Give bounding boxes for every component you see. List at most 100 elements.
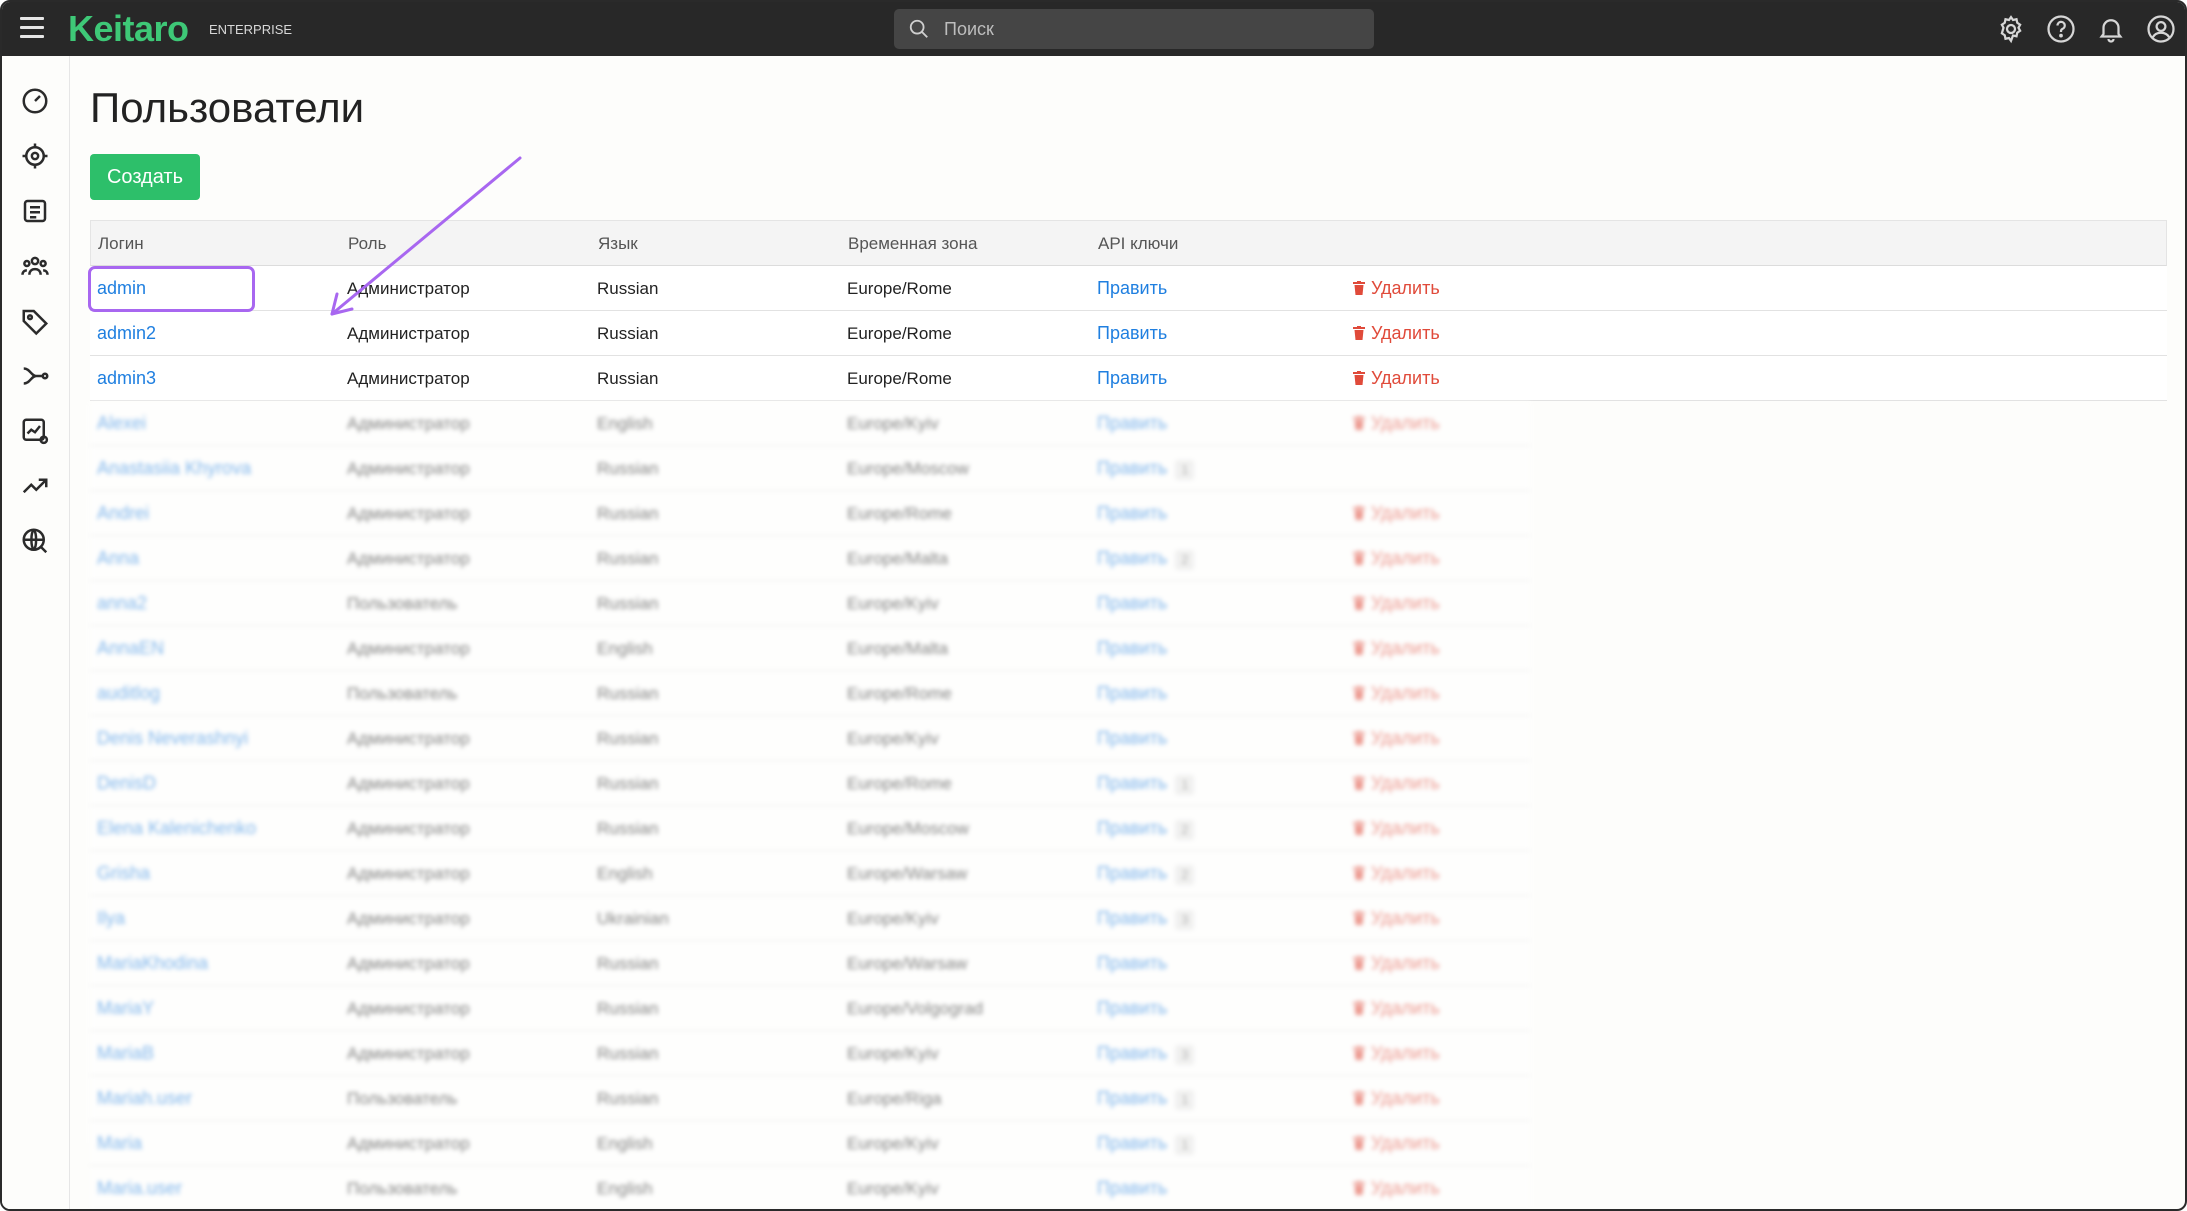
- table-row: Andrei Администратор Russian Europe/Rome Пра…: [90, 491, 1530, 536]
- user-language: English: [597, 864, 653, 883]
- user-login-link[interactable]: Maria.user: [97, 1178, 182, 1199]
- reports-icon[interactable]: [20, 196, 50, 226]
- api-keys-edit-link[interactable]: Править: [1097, 638, 1167, 659]
- delete-user-button[interactable]: Удалить: [1353, 503, 1440, 524]
- user-login-link[interactable]: Maria: [97, 1133, 142, 1154]
- user-language: Russian: [597, 459, 659, 478]
- api-keys-edit-link[interactable]: Править: [1097, 593, 1167, 614]
- trash-icon: [1353, 1001, 1365, 1015]
- user-login-link[interactable]: MariaKhodina: [97, 953, 208, 974]
- delete-user-button[interactable]: Удалить: [1353, 908, 1440, 929]
- api-keys-edit-link[interactable]: Править: [1097, 368, 1167, 389]
- api-keys-edit-link[interactable]: Править 1: [1097, 1133, 1195, 1155]
- api-keys-edit-link[interactable]: Править: [1097, 998, 1167, 1019]
- user-role: Пользователь: [347, 1179, 458, 1198]
- user-language: Russian: [597, 1044, 659, 1063]
- user-timezone: Europe/Rome: [847, 324, 952, 343]
- delete-user-button[interactable]: Удалить: [1353, 683, 1440, 704]
- api-keys-edit-link[interactable]: Править 1: [1097, 458, 1195, 480]
- delete-user-button[interactable]: Удалить: [1353, 953, 1440, 974]
- dashboard-icon[interactable]: [20, 86, 50, 116]
- api-keys-edit-link[interactable]: Править: [1097, 728, 1167, 749]
- delete-user-button[interactable]: Удалить: [1353, 998, 1440, 1019]
- user-login-link[interactable]: Andrei: [97, 503, 149, 524]
- users-group-icon[interactable]: [20, 251, 50, 281]
- api-keys-edit-link[interactable]: Править: [1097, 323, 1167, 344]
- search-bar[interactable]: [894, 9, 1374, 49]
- user-login-link[interactable]: AnnaEN: [97, 638, 164, 659]
- delete-user-button[interactable]: Удалить: [1353, 773, 1440, 794]
- tag-icon[interactable]: [20, 306, 50, 336]
- app-logo[interactable]: Keitaro: [68, 8, 189, 50]
- api-keys-edit-link[interactable]: Править 2: [1097, 818, 1195, 840]
- user-login-link[interactable]: Anastasiia Khyrova: [97, 458, 251, 479]
- api-keys-edit-link[interactable]: Править: [1097, 1178, 1167, 1199]
- user-login-link[interactable]: Mariah.user: [97, 1088, 192, 1109]
- user-login-link[interactable]: Ilya: [97, 908, 125, 929]
- api-keys-count-badge: 3: [1175, 910, 1195, 930]
- create-user-button[interactable]: Создать: [90, 154, 200, 200]
- page-title: Пользователи: [90, 84, 365, 131]
- api-keys-edit-link[interactable]: Править: [1097, 278, 1167, 299]
- user-login-link[interactable]: Elena Kalenichenko: [97, 818, 256, 839]
- api-keys-edit-link[interactable]: Править: [1097, 413, 1167, 434]
- column-header-login[interactable]: Логин: [98, 234, 144, 254]
- delete-user-button[interactable]: Удалить: [1353, 1043, 1440, 1064]
- bell-icon[interactable]: [2096, 14, 2126, 44]
- user-login-link[interactable]: Grisha: [97, 863, 150, 884]
- delete-user-button[interactable]: Удалить: [1353, 548, 1440, 569]
- delete-user-button[interactable]: Удалить: [1353, 323, 1440, 344]
- api-keys-edit-link[interactable]: Править 2: [1097, 863, 1195, 885]
- globe-icon[interactable]: [20, 526, 50, 556]
- search-input[interactable]: [944, 9, 1364, 49]
- table-row: Elena Kalenichenko Администратор Russian Eu…: [90, 806, 1530, 851]
- help-icon[interactable]: [2046, 14, 2076, 44]
- user-timezone: Europe/Kyiv: [847, 414, 939, 433]
- user-language: Russian: [597, 729, 659, 748]
- user-login-link[interactable]: anna2: [97, 593, 147, 614]
- user-login-link[interactable]: DenisD: [97, 773, 156, 794]
- api-keys-count-badge: 2: [1175, 820, 1195, 840]
- user-language: English: [597, 414, 653, 433]
- delete-user-button[interactable]: Удалить: [1353, 863, 1440, 884]
- user-timezone: Europe/Kyiv: [847, 1179, 939, 1198]
- user-login-link[interactable]: Anna: [97, 548, 139, 569]
- api-keys-edit-link[interactable]: Править: [1097, 503, 1167, 524]
- delete-user-button[interactable]: Удалить: [1353, 278, 1440, 299]
- gear-icon[interactable]: [1996, 14, 2026, 44]
- user-language: Russian: [597, 774, 659, 793]
- delete-user-button[interactable]: Удалить: [1353, 728, 1440, 749]
- api-keys-edit-link[interactable]: Править 1: [1097, 1088, 1195, 1110]
- column-header-language[interactable]: Язык: [598, 234, 638, 254]
- delete-user-button[interactable]: Удалить: [1353, 413, 1440, 434]
- user-login-link[interactable]: Alexei: [97, 413, 146, 434]
- delete-user-button[interactable]: Удалить: [1353, 818, 1440, 839]
- api-keys-edit-link[interactable]: Править 1: [1097, 773, 1195, 795]
- user-timezone: Europe/Kyiv: [847, 909, 939, 928]
- delete-user-button[interactable]: Удалить: [1353, 368, 1440, 389]
- target-icon[interactable]: [20, 141, 50, 171]
- account-icon[interactable]: [2146, 14, 2176, 44]
- user-login-link[interactable]: admin2: [97, 323, 156, 344]
- menu-icon[interactable]: [20, 17, 48, 41]
- user-timezone: Europe/Rome: [847, 279, 952, 298]
- flows-icon[interactable]: [20, 361, 50, 391]
- user-login-link[interactable]: MariaB: [97, 1043, 154, 1064]
- delete-user-button[interactable]: Удалить: [1353, 1133, 1440, 1154]
- delete-user-button[interactable]: Удалить: [1353, 1178, 1440, 1199]
- user-login-link[interactable]: MariaY: [97, 998, 154, 1019]
- delete-user-button[interactable]: Удалить: [1353, 593, 1440, 614]
- delete-user-button[interactable]: Удалить: [1353, 1088, 1440, 1109]
- delete-user-button[interactable]: Удалить: [1353, 638, 1440, 659]
- chart-settings-icon[interactable]: [20, 416, 50, 446]
- user-login-link[interactable]: Denis Neverashnyi: [97, 728, 248, 749]
- user-login-link[interactable]: admin3: [97, 368, 156, 389]
- api-keys-edit-link[interactable]: Править 2: [1097, 548, 1195, 570]
- user-login-link[interactable]: auditlog: [97, 683, 160, 704]
- column-header-timezone[interactable]: Временная зона: [848, 234, 977, 254]
- trending-icon[interactable]: [20, 471, 50, 501]
- api-keys-edit-link[interactable]: Править 3: [1097, 1043, 1195, 1065]
- api-keys-edit-link[interactable]: Править: [1097, 953, 1167, 974]
- api-keys-edit-link[interactable]: Править: [1097, 683, 1167, 704]
- api-keys-edit-link[interactable]: Править 3: [1097, 908, 1195, 930]
